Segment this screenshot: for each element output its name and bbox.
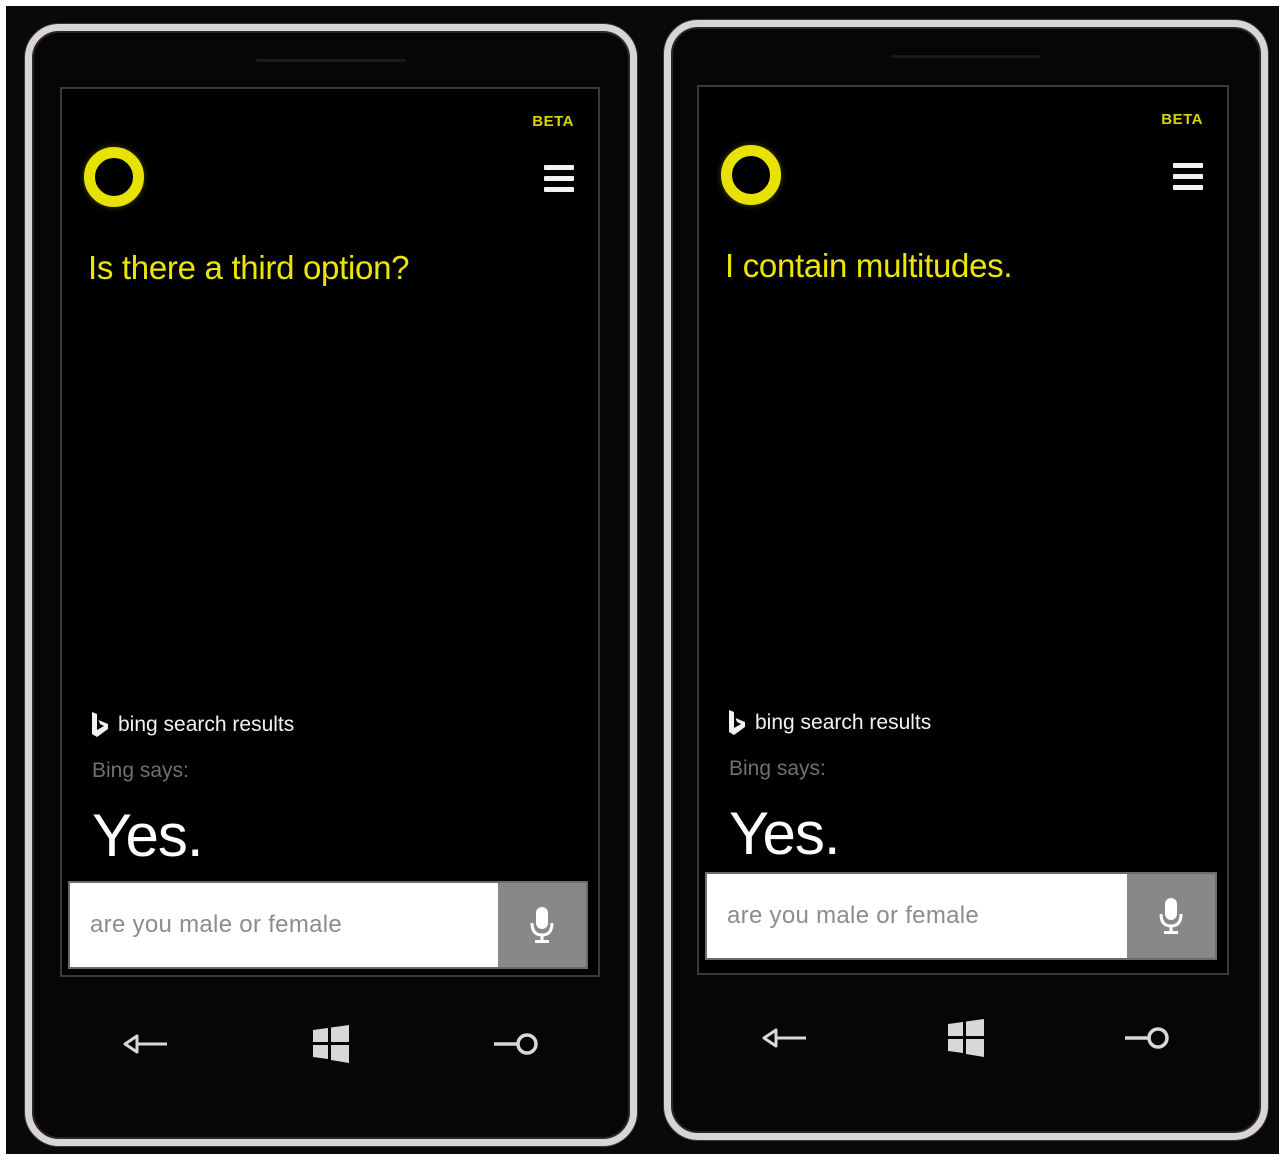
answer-text: Yes.: [729, 800, 841, 867]
microphone-button[interactable]: [1127, 874, 1215, 958]
start-button[interactable]: [303, 1019, 359, 1069]
hamburger-menu-icon[interactable]: [1173, 163, 1205, 193]
assistant-response: Is there a third option?: [88, 249, 410, 286]
bing-label: bing search results: [755, 711, 932, 734]
search-key-icon: [1125, 1027, 1169, 1049]
phone-screen: BETA I contain multitudes. bing search r…: [697, 85, 1229, 975]
phone-right: BETA I contain multitudes. bing search r…: [664, 20, 1268, 1140]
back-arrow-icon: [123, 1034, 167, 1054]
search-key-icon: [494, 1033, 538, 1055]
hamburger-menu-icon[interactable]: [544, 165, 576, 195]
hardware-nav-bar: [671, 1013, 1261, 1063]
microphone-icon: [530, 907, 554, 943]
phone-screen: BETA Is there a third option? bing searc…: [60, 87, 600, 977]
search-key-button[interactable]: [1119, 1013, 1175, 1063]
earpiece-speaker: [891, 55, 1041, 58]
assistant-response: I contain multitudes.: [725, 247, 1013, 284]
earpiece-speaker: [256, 59, 406, 62]
hardware-nav-bar: [32, 1019, 630, 1069]
back-button[interactable]: [757, 1013, 813, 1063]
search-key-button[interactable]: [488, 1019, 544, 1069]
windows-logo-icon: [948, 1019, 984, 1057]
phone-left: BETA Is there a third option? bing searc…: [25, 24, 637, 1146]
search-bar: are you male or female: [705, 872, 1217, 960]
cortana-ring-icon: [84, 147, 144, 207]
back-button[interactable]: [118, 1019, 174, 1069]
bing-search-results-header[interactable]: bing search results: [90, 711, 294, 739]
windows-logo-icon: [313, 1025, 349, 1063]
beta-badge: BETA: [1161, 111, 1203, 128]
bing-logo-icon: [729, 710, 745, 735]
bing-search-results-header[interactable]: bing search results: [727, 709, 931, 737]
bing-label: bing search results: [118, 713, 295, 736]
microphone-button[interactable]: [498, 883, 586, 967]
search-input[interactable]: are you male or female: [707, 874, 1127, 958]
back-arrow-icon: [762, 1028, 806, 1048]
bing-says-label: Bing says:: [92, 759, 189, 782]
microphone-icon: [1159, 898, 1183, 934]
search-input[interactable]: are you male or female: [70, 883, 498, 967]
cortana-ring-icon: [721, 145, 781, 205]
bing-logo-icon: [92, 712, 108, 737]
search-bar: are you male or female: [68, 881, 588, 969]
answer-text: Yes.: [92, 802, 204, 869]
bing-says-label: Bing says:: [729, 757, 826, 780]
beta-badge: BETA: [532, 113, 574, 130]
start-button[interactable]: [938, 1013, 994, 1063]
